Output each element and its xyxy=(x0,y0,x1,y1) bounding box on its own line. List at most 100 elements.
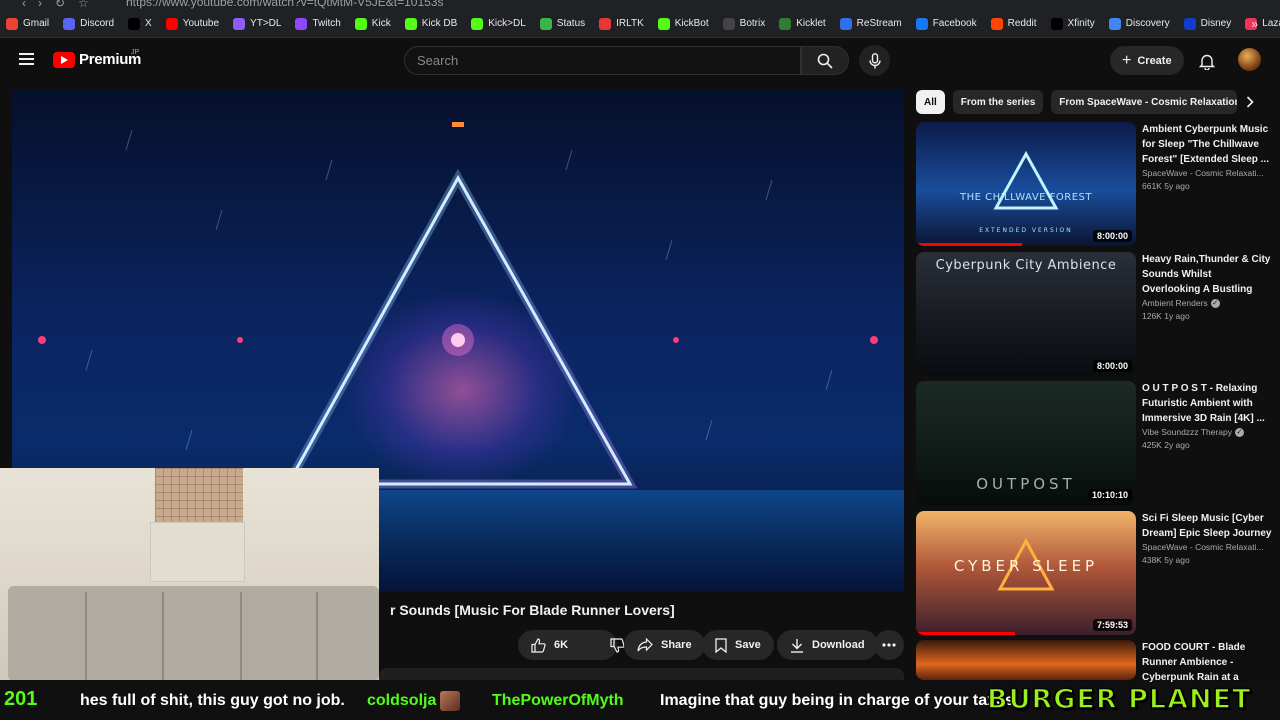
bookmark-discovery[interactable]: Discovery xyxy=(1108,17,1170,30)
thumbnail-text: Cyberpunk City Ambience xyxy=(935,258,1117,273)
video-meta: Heavy Rain,Thunder & City Sounds Whilst … xyxy=(1142,252,1272,321)
recommended-video-title[interactable]: Heavy Rain,Thunder & City Sounds Whilst … xyxy=(1142,252,1272,297)
bookmark-kick-db[interactable]: Kick DB xyxy=(404,17,457,30)
duration-badge: 10:10:10 xyxy=(1087,489,1132,501)
recommended-video[interactable]: OUTPOST 10:10:10 O U T P O S T - Relaxing … xyxy=(916,381,1270,505)
bookmark-kick[interactable]: Kick xyxy=(354,17,391,30)
recommended-video-title[interactable]: Ambient Cyberpunk Music for Sleep "The C… xyxy=(1142,122,1272,167)
chip-all[interactable]: All xyxy=(916,90,945,114)
download-button[interactable]: Download xyxy=(777,630,878,660)
viewer-count: 201 xyxy=(4,688,38,710)
address-bar[interactable]: https://www.youtube.com/watch?v=tQtMtM-V… xyxy=(126,0,443,9)
download-icon xyxy=(791,638,803,653)
channel-name[interactable]: SpaceWave - Cosmic Relaxati... xyxy=(1142,542,1264,552)
chat-username: coldsolja xyxy=(367,692,437,709)
bookmark-irltk[interactable]: IRLTK xyxy=(599,17,644,30)
irltk-icon xyxy=(599,17,612,30)
recommended-video[interactable]: THE CHILLWAVE FOREST EXTENDED VERSION 8:00… xyxy=(916,122,1270,246)
bookmark-label: Status xyxy=(556,18,586,29)
bookmarks-bar: Gmail Discord X Youtube YT>DL Twitch Kick Kick … xyxy=(0,10,1280,38)
bookmark-label: Discovery xyxy=(1125,18,1170,29)
like-button[interactable]: 6K xyxy=(518,630,581,660)
video-thumbnail[interactable]: CYBER SLEEP 7:59:53 xyxy=(916,511,1136,635)
bookmark-kick-dl[interactable]: Kick>DL xyxy=(471,17,526,30)
video-thumbnail[interactable] xyxy=(916,640,1136,680)
search-input[interactable] xyxy=(417,53,800,68)
recommended-video-title[interactable]: FOOD COURT - Blade Runner Ambience - Cyb… xyxy=(1142,640,1272,685)
bookmark-star-icon[interactable]: ☆ xyxy=(78,0,89,10)
download-label: Download xyxy=(812,639,865,651)
channel-name[interactable]: Ambient Renders xyxy=(1142,298,1208,308)
avatar[interactable] xyxy=(1238,48,1261,71)
search-button[interactable] xyxy=(801,46,849,75)
restream-icon xyxy=(839,17,852,30)
watch-progress-bar xyxy=(916,243,1022,246)
video-stats: 438K 5y ago xyxy=(1142,555,1190,565)
kick-icon xyxy=(404,17,417,30)
reload-icon[interactable]: ↻ xyxy=(55,0,65,10)
youtube-premium-logo[interactable]: Premium JP xyxy=(53,49,141,68)
chat-message: Imagine that guy being in charge of your… xyxy=(660,692,1014,709)
recommended-video[interactable]: FOOD COURT - Blade Runner Ambience - Cyb… xyxy=(916,640,1270,683)
create-button[interactable]: + Create xyxy=(1110,46,1184,75)
watch-progress-bar xyxy=(916,632,1015,635)
video-thumbnail[interactable]: OUTPOST 10:10:10 xyxy=(916,381,1136,505)
kickbot-icon xyxy=(657,17,670,30)
recommended-video-title[interactable]: O U T P O S T - Relaxing Futuristic Ambi… xyxy=(1142,381,1272,426)
channel-name[interactable]: SpaceWave - Cosmic Relaxati... xyxy=(1142,168,1264,178)
bookmark-reddit[interactable]: Reddit xyxy=(990,17,1037,30)
bookmark-restream[interactable]: ReStream xyxy=(839,17,902,30)
more-actions-button[interactable] xyxy=(874,630,904,660)
bookmark-yt-dl[interactable]: YT>DL xyxy=(233,17,281,30)
bookmark-kickbot[interactable]: KickBot xyxy=(657,17,709,30)
youtube-icon xyxy=(165,17,178,30)
recommended-video[interactable]: CYBER SLEEP 7:59:53 Sci Fi Sleep Music [Cy… xyxy=(916,511,1272,635)
youtube-play-icon xyxy=(53,51,75,68)
search-box xyxy=(404,46,801,75)
forward-icon[interactable]: › xyxy=(38,0,42,10)
video-meta: O U T P O S T - Relaxing Futuristic Ambi… xyxy=(1142,381,1272,450)
voice-search-button[interactable] xyxy=(859,45,890,76)
chevron-right-icon xyxy=(1246,96,1254,108)
stream-chat-bar: 201 hes full of shit, this guy got no jo… xyxy=(0,683,1280,720)
back-icon[interactable]: ‹ xyxy=(22,0,26,10)
video-thumbnail[interactable]: THE CHILLWAVE FOREST EXTENDED VERSION 8:00… xyxy=(916,122,1136,246)
video-thumbnail[interactable]: Cyberpunk City Ambience 8:00:00 xyxy=(916,252,1136,376)
chip-from-series[interactable]: From the series xyxy=(952,90,1044,114)
bookmarks-more-icon[interactable]: » xyxy=(1251,17,1258,31)
bookmark-status[interactable]: Status xyxy=(539,17,586,30)
recommended-video-title[interactable]: Sci Fi Sleep Music [Cyber Dream] Epic Sl… xyxy=(1142,511,1272,541)
bookmark-discord[interactable]: Discord xyxy=(63,17,114,30)
bookmark-botrix[interactable]: Botrix xyxy=(722,17,766,30)
bookmark-label: Botrix xyxy=(739,18,766,29)
video-meta: Ambient Cyberpunk Music for Sleep "The C… xyxy=(1142,122,1272,191)
bookmark-disney[interactable]: Disney xyxy=(1183,17,1232,30)
bookmark-twitch[interactable]: Twitch xyxy=(295,17,341,30)
chip-from-channel[interactable]: From SpaceWave - Cosmic Relaxation xyxy=(1051,90,1238,114)
description-box[interactable] xyxy=(379,668,904,680)
video-stats: 661K 5y ago xyxy=(1142,181,1190,191)
bookmark-kicklet[interactable]: Kicklet xyxy=(779,17,826,30)
share-button[interactable]: Share xyxy=(624,630,705,660)
bookmark-label: Disney xyxy=(1200,18,1232,29)
bookmark-youtube[interactable]: Youtube xyxy=(165,17,219,30)
menu-icon[interactable] xyxy=(19,53,34,65)
bookmark-facebook[interactable]: Facebook xyxy=(915,17,977,30)
bookmark-label: Gmail xyxy=(23,18,50,29)
share-label: Share xyxy=(661,639,692,651)
webcam-overlay xyxy=(0,468,379,680)
wall-paper xyxy=(150,522,245,582)
bookmark-x[interactable]: X xyxy=(128,17,152,30)
sofa-seam xyxy=(85,592,87,680)
chips-next-button[interactable] xyxy=(1240,92,1260,112)
save-button[interactable]: Save xyxy=(702,630,774,660)
bookmark-gmail[interactable]: Gmail xyxy=(6,17,50,30)
recommended-video[interactable]: Cyberpunk City Ambience 8:00:00 Heavy Rain… xyxy=(916,252,1270,376)
gmail-icon xyxy=(6,17,18,30)
chat-emote-icon xyxy=(440,691,460,711)
xfinity-icon xyxy=(1050,17,1063,30)
channel-name[interactable]: Vibe Soundzzz Therapy xyxy=(1142,427,1232,437)
channel-name-row: Ambient Renders ✓ xyxy=(1142,298,1272,308)
notifications-button[interactable] xyxy=(1196,50,1218,72)
bookmark-xfinity[interactable]: Xfinity xyxy=(1050,17,1095,30)
